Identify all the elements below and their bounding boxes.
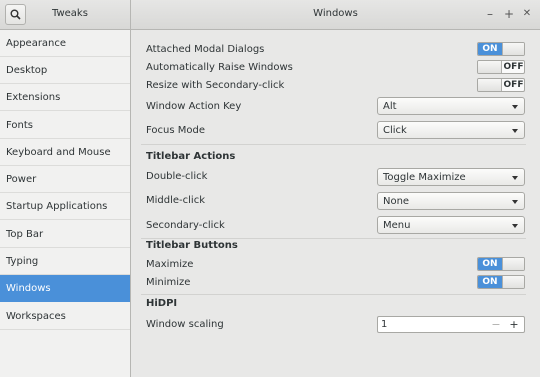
- minimize-icon[interactable]: –: [483, 6, 497, 22]
- focus-mode-label: Focus Mode: [146, 125, 205, 136]
- sidebar-item-label: Startup Applications: [6, 201, 108, 212]
- switch-knob: [478, 79, 502, 91]
- action-key-dropdown[interactable]: Alt: [377, 97, 525, 115]
- sidebar-item-extensions[interactable]: Extensions: [0, 84, 130, 111]
- search-button[interactable]: [5, 4, 26, 25]
- search-icon: [10, 9, 21, 20]
- switch-knob: [502, 276, 524, 288]
- minimize-switch[interactable]: ON: [477, 275, 525, 289]
- dropdown-arrow-icon: [512, 224, 518, 228]
- close-icon[interactable]: ✕: [520, 6, 534, 22]
- sidebar-item-top-bar[interactable]: Top Bar: [0, 221, 130, 248]
- sidebar-item-label: Top Bar: [6, 229, 44, 240]
- sidebar: Appearance Desktop Extensions Fonts Keyb…: [0, 30, 131, 377]
- resize-secondary-switch[interactable]: OFF: [477, 78, 525, 92]
- increment-button[interactable]: +: [507, 317, 521, 332]
- sidebar-item-label: Extensions: [6, 92, 61, 103]
- sidebar-item-workspaces[interactable]: Workspaces: [0, 303, 130, 330]
- secondary-click-dropdown[interactable]: Menu: [377, 216, 525, 234]
- dropdown-value: Alt: [383, 101, 397, 112]
- divider: [141, 294, 526, 295]
- dropdown-value: None: [383, 196, 410, 207]
- double-click-dropdown[interactable]: Toggle Maximize: [377, 168, 525, 186]
- app-title: Tweaks: [52, 8, 88, 19]
- dropdown-arrow-icon: [512, 200, 518, 204]
- switch-state: ON: [478, 43, 502, 55]
- action-key-label: Window Action Key: [146, 101, 242, 112]
- sidebar-item-label: Power: [6, 174, 37, 185]
- sidebar-item-windows[interactable]: Windows: [0, 275, 130, 302]
- divider: [141, 238, 526, 239]
- switch-knob: [478, 61, 502, 73]
- switch-knob: [502, 258, 524, 270]
- auto-raise-label: Automatically Raise Windows: [146, 62, 293, 73]
- maximize-icon[interactable]: +: [502, 6, 516, 22]
- window-title: Windows: [313, 8, 358, 19]
- sidebar-item-label: Workspaces: [6, 311, 66, 322]
- sidebar-item-label: Desktop: [6, 65, 48, 76]
- sidebar-item-label: Typing: [6, 256, 39, 267]
- sidebar-item-label: Windows: [6, 283, 51, 294]
- attached-modal-switch[interactable]: ON: [477, 42, 525, 56]
- sidebar-item-desktop[interactable]: Desktop: [0, 57, 130, 84]
- sidebar-item-appearance[interactable]: Appearance: [0, 30, 130, 57]
- sidebar-item-label: Fonts: [6, 120, 33, 131]
- sidebar-item-keyboard-mouse[interactable]: Keyboard and Mouse: [0, 139, 130, 166]
- titlebar-buttons-heading: Titlebar Buttons: [146, 240, 238, 251]
- dropdown-value: Menu: [383, 220, 411, 231]
- double-click-label: Double-click: [146, 171, 208, 182]
- switch-state: ON: [478, 276, 502, 288]
- middle-click-label: Middle-click: [146, 195, 205, 206]
- sidebar-item-fonts[interactable]: Fonts: [0, 112, 130, 139]
- switch-state: ON: [478, 258, 502, 270]
- sidebar-item-startup-applications[interactable]: Startup Applications: [0, 193, 130, 220]
- divider: [141, 144, 526, 145]
- switch-state: OFF: [503, 80, 524, 90]
- switch-knob: [502, 43, 524, 55]
- header-left: Tweaks: [0, 0, 131, 30]
- resize-secondary-label: Resize with Secondary-click: [146, 80, 285, 91]
- dropdown-value: Click: [383, 125, 407, 136]
- sidebar-item-typing[interactable]: Typing: [0, 248, 130, 275]
- dropdown-value: Toggle Maximize: [383, 172, 466, 183]
- dropdown-arrow-icon: [512, 176, 518, 180]
- attached-modal-label: Attached Modal Dialogs: [146, 44, 265, 55]
- maximize-switch[interactable]: ON: [477, 257, 525, 271]
- sidebar-item-power[interactable]: Power: [0, 166, 130, 193]
- secondary-click-label: Secondary-click: [146, 220, 225, 231]
- sidebar-item-label: Keyboard and Mouse: [6, 147, 111, 158]
- settings-panel: Attached Modal Dialogs ON Automatically …: [131, 30, 540, 377]
- switch-state: OFF: [503, 62, 524, 72]
- focus-mode-dropdown[interactable]: Click: [377, 121, 525, 139]
- decrement-button[interactable]: −: [489, 317, 503, 332]
- dropdown-arrow-icon: [512, 129, 518, 133]
- titlebar-actions-heading: Titlebar Actions: [146, 151, 236, 162]
- header-bar: Tweaks Windows – + ✕: [0, 0, 540, 30]
- maximize-label: Maximize: [146, 259, 194, 270]
- window-scaling-label: Window scaling: [146, 319, 224, 330]
- stepper-value[interactable]: 1: [381, 319, 387, 330]
- hidpi-heading: HiDPI: [146, 298, 178, 309]
- window-scaling-stepper[interactable]: 1 − +: [377, 316, 525, 333]
- middle-click-dropdown[interactable]: None: [377, 192, 525, 210]
- dropdown-arrow-icon: [512, 105, 518, 109]
- auto-raise-switch[interactable]: OFF: [477, 60, 525, 74]
- sidebar-item-label: Appearance: [6, 38, 67, 49]
- minimize-label: Minimize: [146, 277, 191, 288]
